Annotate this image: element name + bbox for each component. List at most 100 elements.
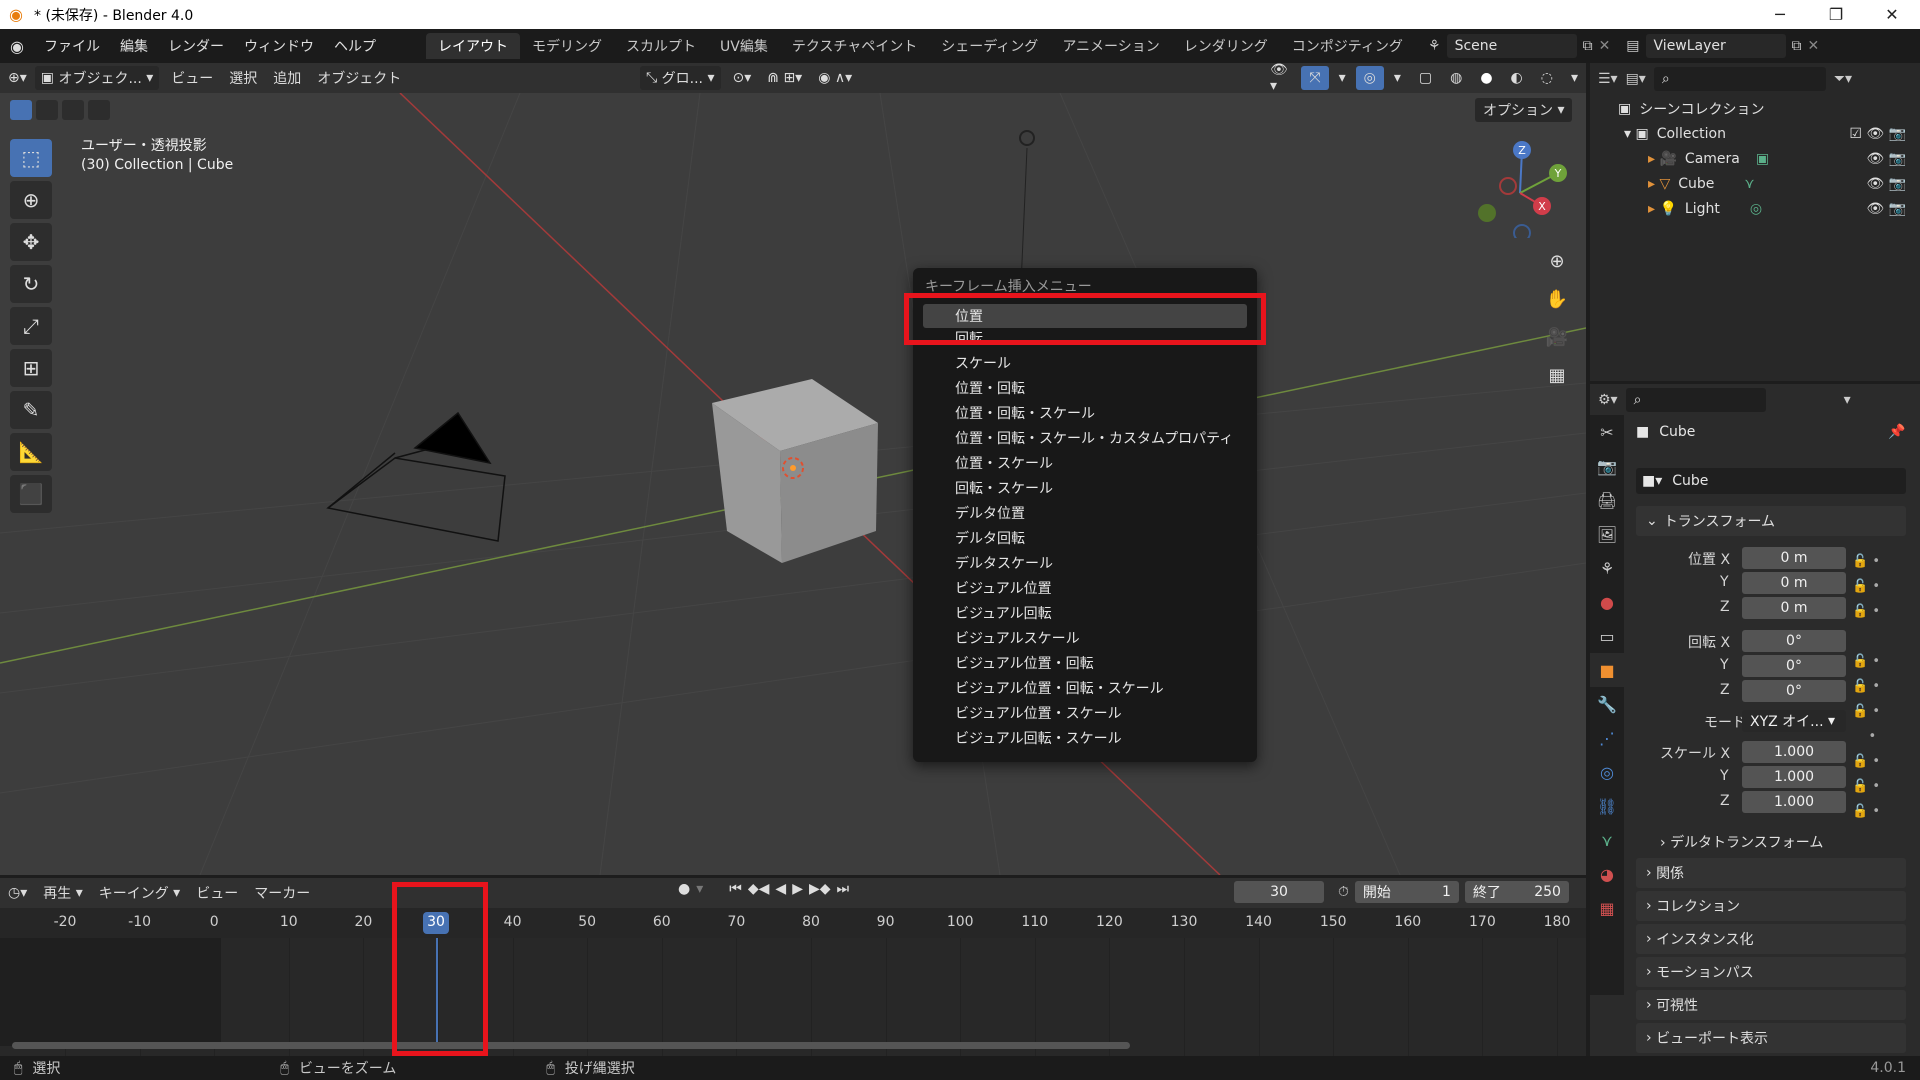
- select-box-tool-icon[interactable]: ⬚: [10, 139, 52, 177]
- minimize-button[interactable]: ─: [1752, 0, 1808, 29]
- viewlayer-selector[interactable]: ViewLayer: [1645, 34, 1786, 58]
- motion-paths-panel[interactable]: › モーションパス: [1636, 957, 1906, 987]
- kf-item-scale[interactable]: スケール: [923, 351, 1247, 375]
- cube-object[interactable]: [712, 379, 878, 563]
- outliner-display-mode-icon[interactable]: ▤▾: [1626, 71, 1646, 87]
- outliner-search-input[interactable]: ⌕: [1653, 67, 1826, 91]
- tab-shading[interactable]: シェーディング: [929, 33, 1050, 59]
- outliner-collection-row[interactable]: ▾ ▣ Collection ☑ 👁 📷: [1590, 121, 1920, 146]
- collection-visibility-icons[interactable]: ☑ 👁 📷: [1849, 126, 1906, 142]
- modifier-tab-icon[interactable]: 🔧: [1590, 687, 1624, 721]
- gizmo-toggle-icon[interactable]: ⤧: [1301, 66, 1329, 90]
- tab-animation[interactable]: アニメーション: [1050, 33, 1171, 59]
- annotate-tool-icon[interactable]: ✎: [10, 391, 52, 429]
- auto-keying-menu-icon[interactable]: ▾: [696, 881, 703, 897]
- menu-select[interactable]: 選択: [221, 66, 265, 90]
- relations-panel[interactable]: › 関係: [1636, 858, 1906, 888]
- tool-tab-icon[interactable]: ✂: [1590, 415, 1624, 449]
- kf-item-loc-rot[interactable]: 位置・回転: [923, 376, 1247, 400]
- menu-keying[interactable]: キーイング ▾: [91, 881, 188, 905]
- new-scene-icon[interactable]: ⧉: [1583, 38, 1593, 54]
- frame-end-field[interactable]: 終了 250: [1464, 881, 1569, 903]
- properties-search-input[interactable]: ⌕: [1625, 388, 1766, 412]
- jump-end-icon[interactable]: ⏭: [837, 881, 850, 897]
- shading-menu-icon[interactable]: ▾: [1563, 66, 1586, 90]
- proportional-edit-icon[interactable]: ◉ ∧▾: [810, 66, 860, 90]
- tab-layout[interactable]: レイアウト: [426, 33, 520, 59]
- mesh-data-icon[interactable]: ⋎: [1744, 176, 1754, 192]
- tab-modeling[interactable]: モデリング: [520, 33, 614, 59]
- physics-tab-icon[interactable]: ◎: [1590, 755, 1624, 789]
- camera-view-icon[interactable]: 🎥: [1540, 319, 1574, 357]
- outliner-cube-row[interactable]: ▸ ▽ Cube ⋎ 👁 📷: [1590, 171, 1920, 196]
- menu-help[interactable]: ヘルプ: [324, 36, 386, 56]
- prev-keyframe-icon[interactable]: ◆◀: [748, 881, 770, 897]
- blender-menu-icon[interactable]: ◉: [0, 37, 34, 56]
- delete-scene-icon[interactable]: ✕: [1599, 38, 1611, 54]
- shading-wireframe-icon[interactable]: ◍: [1442, 66, 1470, 90]
- preview-range-icon[interactable]: ⏱: [1338, 884, 1349, 900]
- kf-item-visual-rot-scale[interactable]: ビジュアル回転・スケール: [923, 726, 1247, 750]
- object-name-field[interactable]: ■▾ Cube: [1636, 468, 1906, 494]
- data-tab-icon[interactable]: ⋎: [1590, 823, 1624, 857]
- transform-panel-header[interactable]: ⌄ トランスフォーム: [1636, 506, 1906, 536]
- menu-marker[interactable]: マーカー: [246, 881, 318, 905]
- rotation-z-field[interactable]: 0°: [1742, 680, 1846, 702]
- location-y-field[interactable]: 0 m: [1742, 572, 1846, 594]
- properties-editor-icon[interactable]: ⚙▾: [1598, 392, 1618, 408]
- next-keyframe-icon[interactable]: ▶◆: [809, 881, 831, 897]
- current-frame-field[interactable]: 30: [1234, 881, 1324, 903]
- viewport-display-panel[interactable]: › ビューポート表示: [1636, 1023, 1906, 1053]
- output-tab-icon[interactable]: 🖨: [1590, 483, 1624, 517]
- frame-start-field[interactable]: 開始 1: [1354, 881, 1459, 903]
- overlay-menu-icon[interactable]: ▾: [1386, 66, 1409, 90]
- scene-selector[interactable]: Scene: [1446, 34, 1577, 58]
- kf-item-visual-scale[interactable]: ビジュアルスケール: [923, 626, 1247, 650]
- tab-sculpt[interactable]: スカルプト: [614, 33, 708, 59]
- menu-timeline-view[interactable]: ビュー: [188, 881, 246, 905]
- scene-icon[interactable]: ⚘: [1428, 38, 1441, 54]
- pan-hand-icon[interactable]: ✋: [1540, 281, 1574, 319]
- select-new-icon[interactable]: [10, 100, 32, 120]
- outliner-light-row[interactable]: ▸ 💡 Light ◎ 👁 📷: [1590, 196, 1920, 221]
- outliner-editor-icon[interactable]: ☰▾: [1598, 71, 1618, 87]
- kf-item-delta-scale[interactable]: デルタスケール: [923, 551, 1247, 575]
- menu-render[interactable]: レンダー: [158, 36, 234, 56]
- timeline-scrollbar[interactable]: [12, 1042, 1130, 1049]
- kf-item-visual-loc-rot[interactable]: ビジュアル位置・回転: [923, 651, 1247, 675]
- rotation-y-field[interactable]: 0°: [1742, 655, 1846, 677]
- light-visibility-icons[interactable]: 👁 📷: [1866, 201, 1906, 217]
- play-icon[interactable]: ▶: [792, 881, 803, 897]
- tab-compositing[interactable]: コンポジティング: [1280, 33, 1415, 59]
- timeline-editor-icon[interactable]: ◷▾: [0, 881, 35, 905]
- shading-solid-icon[interactable]: ●: [1472, 66, 1500, 90]
- object-type-dropdown-icon[interactable]: ■▾: [1642, 473, 1662, 489]
- kf-item-visual-rotation[interactable]: ビジュアル回転: [923, 601, 1247, 625]
- select-subtract-icon[interactable]: [62, 100, 84, 120]
- menu-edit[interactable]: 編集: [110, 36, 158, 56]
- properties-options-icon[interactable]: ▾: [1844, 392, 1851, 408]
- timeline-body[interactable]: [0, 938, 1586, 1056]
- camera-data-icon[interactable]: ▣: [1756, 151, 1769, 167]
- snap-icon[interactable]: ⋒ ⊞▾: [759, 66, 810, 90]
- kf-item-loc-rot-scale-custom[interactable]: 位置・回転・スケール・カスタムプロパティ: [923, 426, 1247, 450]
- timeline-ruler[interactable]: -20 -10 0 10 20 40 50 60 70 80 90 100 110 120 130 140 15…: [0, 908, 1586, 938]
- menu-playback[interactable]: 再生 ▾: [35, 881, 90, 905]
- view-layer-tab-icon[interactable]: 🖼: [1590, 517, 1624, 551]
- cursor-tool-icon[interactable]: ⊕: [10, 181, 52, 219]
- scale-x-field[interactable]: 1.000: [1742, 741, 1846, 763]
- rotation-x-field[interactable]: 0°: [1742, 630, 1846, 652]
- move-tool-icon[interactable]: ✥: [10, 223, 52, 261]
- collapse-arrow-icon[interactable]: ▾ ▣: [1624, 126, 1649, 142]
- scale-tool-icon[interactable]: ⤢: [10, 307, 52, 345]
- navigation-gizmo[interactable]: Z Y X: [1470, 138, 1570, 242]
- tab-uv-editing[interactable]: UV編集: [708, 33, 780, 59]
- delta-transform-subpanel[interactable]: › デルタトランスフォーム: [1660, 832, 1823, 852]
- auto-keying-icon[interactable]: ●: [678, 881, 690, 897]
- outliner-scene-collection[interactable]: ▣ シーンコレクション: [1590, 96, 1920, 121]
- instancing-panel[interactable]: › インスタンス化: [1636, 924, 1906, 954]
- mode-selector[interactable]: ▣ オブジェク... ▾: [34, 66, 160, 90]
- xray-icon[interactable]: ▢: [1411, 66, 1440, 90]
- visibility-panel[interactable]: › 可視性: [1636, 990, 1906, 1020]
- outliner-camera-row[interactable]: ▸ 🎥 Camera ▣ 👁 📷: [1590, 146, 1920, 171]
